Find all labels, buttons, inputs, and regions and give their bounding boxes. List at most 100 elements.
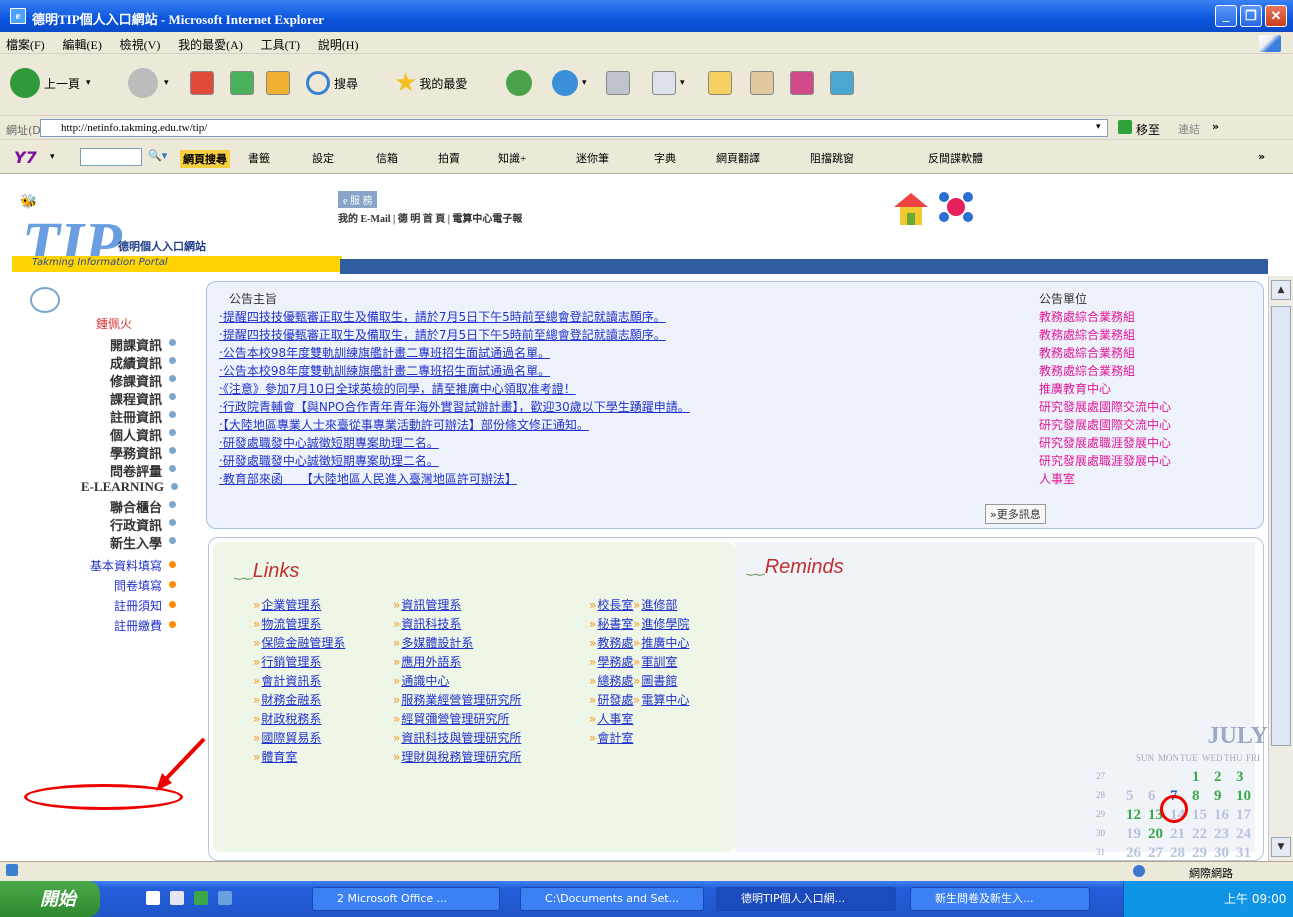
dept-link[interactable]: 資訊科技與管理研究所 <box>393 729 521 746</box>
dept-link[interactable]: 物流管理系 <box>253 615 321 632</box>
nav-item[interactable]: 開課資訊 <box>110 335 176 354</box>
dept-link[interactable]: 體育室 <box>253 748 297 765</box>
yahoo-logo[interactable]: Y7 <box>14 148 37 167</box>
quicklaunch-word-icon[interactable] <box>170 891 184 905</box>
calendar-day[interactable]: 28 <box>1170 845 1185 862</box>
home-icon[interactable] <box>892 191 930 227</box>
announcement-link[interactable]: ‧研發處職發中心誠徵短期專案助理二名。 <box>219 434 439 451</box>
nav-item[interactable]: 個人資訊 <box>110 425 176 444</box>
messenger-button[interactable] <box>790 66 814 100</box>
dept-link[interactable]: 財務金融系 <box>253 691 321 708</box>
calendar-day[interactable]: 29 <box>1192 845 1207 862</box>
dept-link[interactable]: 電算中心 <box>633 691 689 708</box>
yahoo-dictionary[interactable]: 字典 <box>654 150 676 166</box>
task-word-doc[interactable]: 新生問卷及新生入... <box>910 887 1090 911</box>
sitemap-icon[interactable] <box>936 189 976 225</box>
dept-link[interactable]: 會計室 <box>589 729 633 746</box>
calendar-day[interactable]: 15 <box>1192 807 1207 824</box>
calendar-day[interactable]: 3 <box>1236 769 1244 786</box>
print-button[interactable] <box>606 66 630 100</box>
quicklaunch-icon[interactable] <box>218 891 232 905</box>
scroll-down-button[interactable]: ▼ <box>1271 837 1291 857</box>
announcement-link[interactable]: ‧【大陸地區專業人士來臺從事專業活動許可辦法】部份條文修正通知。 <box>219 416 589 433</box>
people-button[interactable] <box>830 66 854 100</box>
nav-item[interactable]: 基本資料填寫 <box>90 557 176 574</box>
calendar-day[interactable]: 21 <box>1170 826 1185 843</box>
calendar-day[interactable]: 19 <box>1126 826 1141 843</box>
quicklaunch-icon[interactable] <box>194 891 208 905</box>
task-explorer[interactable]: C:\Documents and Set... <box>520 887 704 911</box>
announcement-link[interactable]: ‧行政院青輔會【與NPO合作青年青年海外實習試辦計畫】，歡迎30歲以下學生踴躍申… <box>219 398 690 415</box>
nav-item[interactable]: 問卷評量 <box>110 461 176 480</box>
dept-link[interactable]: 財政稅務系 <box>253 710 321 727</box>
quicklaunch-desktop-icon[interactable] <box>146 891 160 905</box>
dept-link[interactable]: 進修學院 <box>633 615 689 632</box>
calendar-day[interactable]: 2 <box>1214 769 1222 786</box>
dept-link[interactable]: 研發處 <box>589 691 633 708</box>
menu-favorites[interactable]: 我的最愛(A) <box>172 32 251 53</box>
calendar-day[interactable]: 20 <box>1148 826 1163 843</box>
address-dropdown-icon[interactable]: ▾ <box>1096 122 1101 132</box>
nav-item[interactable]: 課程資訊 <box>110 389 176 408</box>
calendar-day[interactable]: 24 <box>1236 826 1251 843</box>
nav-item[interactable]: 註冊須知 <box>114 597 176 614</box>
dept-link[interactable]: 進修部 <box>633 596 677 613</box>
restore-button[interactable]: ❐ <box>1240 5 1262 27</box>
announcement-unit[interactable]: 推廣教育中心 <box>1039 380 1111 397</box>
dept-link[interactable]: 通識中心 <box>393 672 449 689</box>
announcement-unit[interactable]: 研究發展處國際交流中心 <box>1039 416 1171 433</box>
minimize-button[interactable]: _ <box>1215 5 1237 27</box>
announcement-link[interactable]: ‧研發處職發中心誠徵短期專案助理二名。 <box>219 452 439 469</box>
menu-tools[interactable]: 工具(T) <box>255 32 308 53</box>
nav-item[interactable]: 成績資訊 <box>110 353 176 372</box>
edit-button[interactable]: ▾ <box>652 66 685 100</box>
scroll-thumb[interactable] <box>1271 306 1291 746</box>
email-links[interactable]: 我的 E-Mail | 德 明 首 頁 | 電算中心電子報 <box>338 214 522 225</box>
dept-link[interactable]: 秘書室 <box>589 615 633 632</box>
dept-link[interactable]: 企業管理系 <box>253 596 321 613</box>
menu-edit[interactable]: 編輯(E) <box>57 32 110 53</box>
research-button[interactable] <box>750 66 774 100</box>
vertical-scrollbar[interactable]: ▲ ▼ <box>1268 276 1293 861</box>
announcement-link[interactable]: ‧教育部來函 【大陸地區人民進入臺灣地區許可辦法】 <box>219 470 517 487</box>
dept-link[interactable]: 校長室 <box>589 596 633 613</box>
calendar-day[interactable]: 17 <box>1236 807 1251 824</box>
search-icon[interactable]: 🔍▾ <box>148 149 167 162</box>
yahoo-settings[interactable]: 設定 <box>312 150 334 166</box>
nav-item[interactable]: 聯合櫃台 <box>110 497 176 516</box>
announcement-link[interactable]: ‧《注意》參加7月10日全球英檢的同學，請至推廣中心領取准考證！ <box>219 380 576 397</box>
dept-link[interactable]: 國際貿易系 <box>253 729 321 746</box>
calendar-day[interactable]: 8 <box>1192 788 1200 805</box>
nav-item[interactable]: E-LEARNING <box>81 479 178 495</box>
calendar-day[interactable]: 12 <box>1126 807 1141 824</box>
calendar-day[interactable]: 30 <box>1214 845 1229 862</box>
announcement-unit[interactable]: 研究發展處國際交流中心 <box>1039 398 1171 415</box>
announcement-unit[interactable]: 教務處綜合業務組 <box>1039 308 1135 325</box>
calendar-day[interactable]: 22 <box>1192 826 1207 843</box>
dept-link[interactable]: 軍訓室 <box>633 653 677 670</box>
scroll-up-button[interactable]: ▲ <box>1271 280 1291 300</box>
more-news-button[interactable]: »更多訊息 <box>985 504 1046 524</box>
dept-link[interactable]: 經貿彌營管理研究所 <box>393 710 509 727</box>
menu-file[interactable]: 檔案(F) <box>0 32 53 53</box>
nav-item[interactable]: 新生入學 <box>110 533 176 552</box>
calendar-day[interactable]: 27 <box>1148 845 1163 862</box>
back-button[interactable]: 上一頁 ▾ <box>10 66 91 100</box>
calendar-day[interactable]: 23 <box>1214 826 1229 843</box>
dept-link[interactable]: 圖書館 <box>633 672 677 689</box>
nav-item[interactable]: 問卷填寫 <box>114 577 176 594</box>
announcement-unit[interactable]: 教務處綜合業務組 <box>1039 362 1135 379</box>
chevron-more-icon[interactable]: » <box>1258 150 1265 163</box>
nav-item[interactable]: 行政資訊 <box>110 515 176 534</box>
announcement-link[interactable]: ‧提醒四技技優甄審正取生及備取生，請於7月5日下午5時前至總會登記就讀志願序。 <box>219 326 666 343</box>
dept-link[interactable]: 行銷管理系 <box>253 653 321 670</box>
announcement-unit[interactable]: 研究發展處職涯發展中心 <box>1039 452 1171 469</box>
nav-item[interactable]: 註冊繳費 <box>114 617 176 634</box>
address-input[interactable]: http://netinfo.takming.edu.tw/tip/ <box>40 119 1108 137</box>
calendar-day[interactable]: 16 <box>1214 807 1229 824</box>
task-office[interactable]: 2 Microsoft Office ... <box>312 887 500 911</box>
dept-link[interactable]: 推廣中心 <box>633 634 689 651</box>
calendar-day[interactable]: 9 <box>1214 788 1222 805</box>
calendar-day[interactable]: 6 <box>1148 788 1156 805</box>
calendar-day[interactable]: 31 <box>1236 845 1251 862</box>
